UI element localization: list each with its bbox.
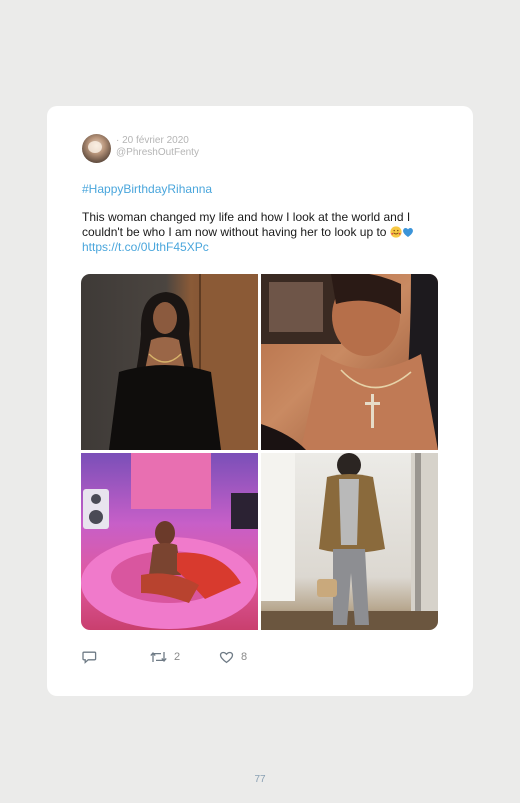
like-button[interactable]: 8 (219, 650, 247, 664)
smiling-face-with-hearts-icon (390, 226, 402, 238)
tweet-actions: 2 8 (82, 650, 282, 670)
pink-inflatable-photo[interactable] (81, 453, 258, 630)
portrait-black-dress-photo[interactable] (81, 274, 258, 450)
tweet-link[interactable]: https://t.co/0UthF45XPc (82, 240, 209, 254)
reply-button[interactable] (82, 650, 104, 664)
page-number: 77 (254, 774, 266, 785)
avatar[interactable] (82, 134, 111, 163)
like-count: 8 (241, 651, 248, 663)
tweet-text: This woman changed my life and how I loo… (82, 210, 434, 255)
hashtag-link[interactable]: #HappyBirthdayRihanna (82, 182, 212, 196)
retweet-button[interactable]: 2 (150, 650, 180, 664)
retweet-count: 2 (174, 651, 181, 663)
tweet-meta: · 20 février 2020 @PhreshOutFenty (116, 135, 199, 159)
photo-grid (81, 274, 438, 630)
tweet-handle[interactable]: @PhreshOutFenty (116, 147, 199, 159)
retweet-icon (150, 651, 167, 663)
heart-icon (219, 651, 234, 664)
reply-icon (82, 651, 97, 664)
tweet-date[interactable]: · 20 février 2020 (116, 135, 199, 147)
blue-heart-icon (402, 227, 413, 237)
closeup-necklace-photo[interactable] (261, 274, 438, 450)
tweet-body: This woman changed my life and how I loo… (82, 210, 411, 239)
jacket-mirror-photo[interactable] (261, 453, 438, 630)
tweet-card: · 20 février 2020 @PhreshOutFenty #Happy… (47, 106, 473, 696)
